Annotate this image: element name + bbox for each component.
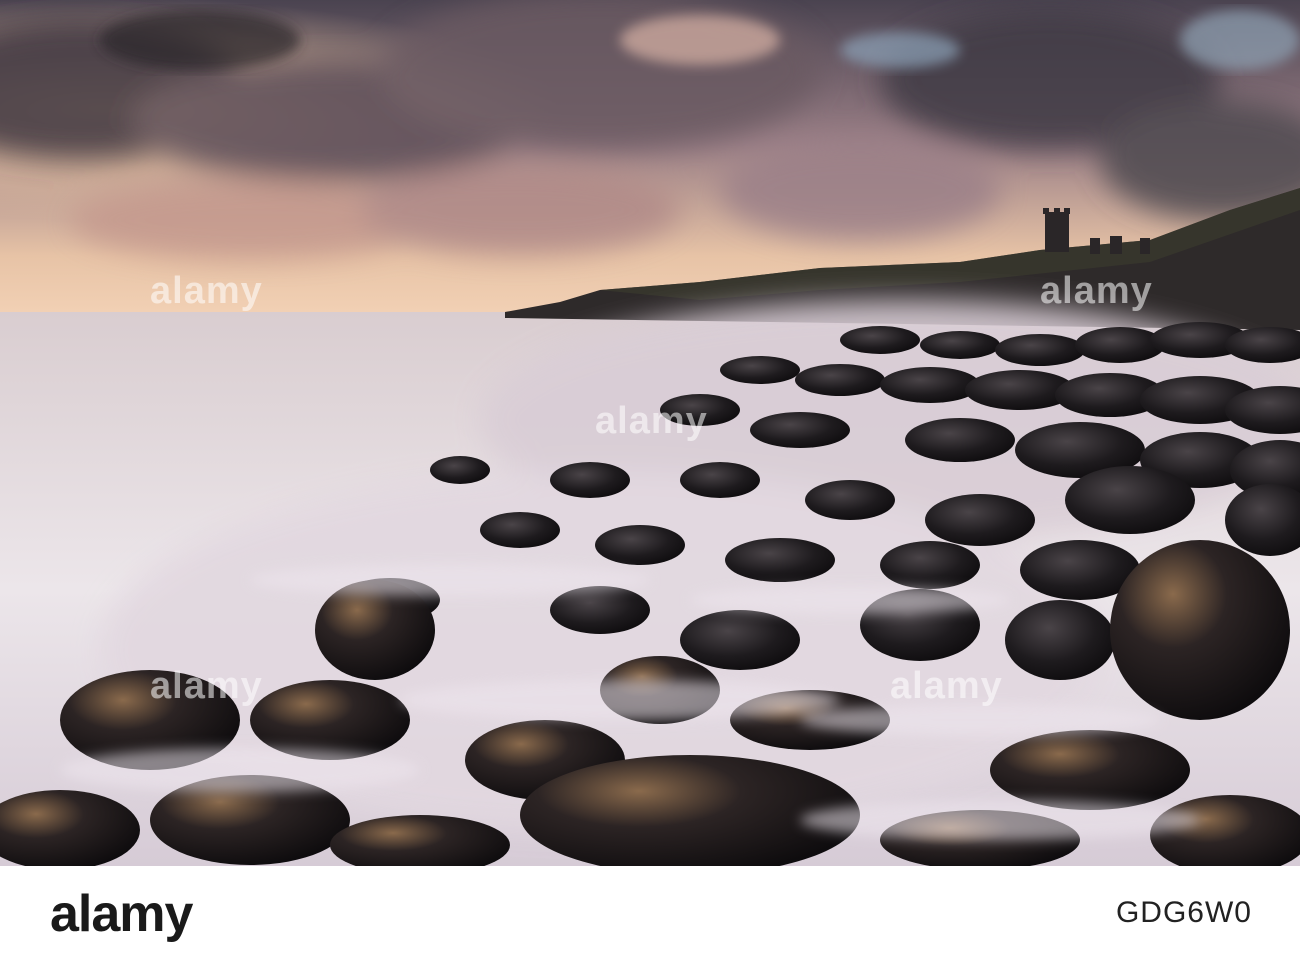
footer-bar: alamy GDG6W0 [0,866,1300,956]
coastal-scene [0,0,1300,866]
landscape-photo: alamy alamy alamy alamy alamy [0,0,1300,866]
image-code: GDG6W0 [1115,896,1252,929]
alamy-logo: alamy [50,885,193,943]
